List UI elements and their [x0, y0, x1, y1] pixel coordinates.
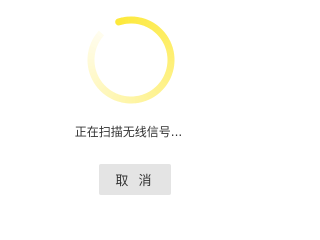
spinner-arc-segment — [88, 48, 96, 54]
spinner-arc-segment — [166, 64, 175, 69]
spinner-arc-segment — [95, 81, 104, 89]
spinner-arc-segment — [136, 17, 142, 25]
spinner-arc-segment — [166, 51, 175, 56]
cancel-button[interactable]: 取 消 — [99, 164, 171, 195]
spinner-arc-segment — [100, 85, 108, 94]
spinner-arc-segment — [142, 18, 149, 27]
spinner-arc-segment — [137, 95, 143, 103]
spinner-arc-segment — [139, 94, 146, 103]
spinner-arc-segment — [155, 84, 163, 93]
spinner-arc-segment — [115, 17, 126, 26]
spinner-arc-segment — [162, 75, 171, 82]
spinner-arc-segment — [166, 47, 174, 53]
scanning-status-text: 正在扫描无线信号... — [74, 125, 183, 139]
spinner-arc-segment — [166, 67, 174, 73]
spinner-arc-segment — [120, 16, 126, 25]
spinner-arc-segment — [148, 21, 155, 30]
spinner-arc-segment — [148, 90, 155, 99]
spinner-arc-segment — [157, 82, 165, 91]
spinner-arc-segment — [155, 27, 163, 35]
spinner-arc-segment — [165, 44, 173, 51]
spinner-arc-segment — [89, 42, 98, 49]
spinner-arc-segment — [88, 45, 97, 51]
spinner-arc-segment — [161, 35, 169, 42]
spinner-arc-segment — [88, 67, 97, 74]
spinner-arc-segment — [159, 80, 168, 88]
spinner-arc-segment — [92, 36, 101, 43]
spinner-arc-segment — [161, 77, 169, 85]
spinner-arc-segment — [96, 30, 105, 38]
spinner-arc-segment — [94, 33, 103, 41]
spinner-arc-segment — [105, 89, 113, 98]
loading-spinner-icon — [86, 15, 176, 105]
spinner-arc-segment — [142, 93, 149, 102]
spinner-arc-segment — [93, 78, 102, 86]
scan-dialog: 正在扫描无线信号... 取 消 — [0, 0, 257, 211]
spinner-arc-segment — [150, 88, 158, 97]
spinner-arc-segment — [165, 69, 173, 76]
spinner-arc-segment — [157, 29, 165, 38]
spinner-arc-segment — [139, 17, 146, 26]
spinner-arc-segment — [121, 95, 126, 104]
spinner-arc-segment — [162, 38, 171, 45]
spinner-arc-segment — [102, 87, 110, 96]
spinner-arc-segment — [92, 76, 100, 83]
spinner-arc-segment — [145, 20, 152, 28]
spinner-arc-segment — [108, 91, 115, 99]
spinner-arc-segment — [111, 92, 118, 101]
spinner-arc-segment — [159, 32, 167, 40]
spinner-arc-segment — [97, 83, 106, 91]
spinner-graphic — [87, 16, 175, 104]
spinner-arc-segment — [89, 70, 98, 77]
spinner-arc-segment — [153, 87, 161, 95]
spinner-arc-segment — [152, 25, 161, 33]
spinner-arc-group — [87, 16, 175, 104]
spinner-arc-segment — [117, 94, 123, 103]
spinner-arc-segment — [114, 93, 121, 102]
spinner-arc-segment — [90, 73, 99, 80]
spinner-arc-segment — [91, 39, 99, 46]
spinner-arc-segment — [163, 41, 172, 48]
spinner-arc-segment — [145, 92, 152, 100]
spinner-arc-segment — [163, 72, 172, 79]
spinner-arc-segment — [87, 65, 96, 70]
spinner-arc-segment — [150, 23, 158, 32]
